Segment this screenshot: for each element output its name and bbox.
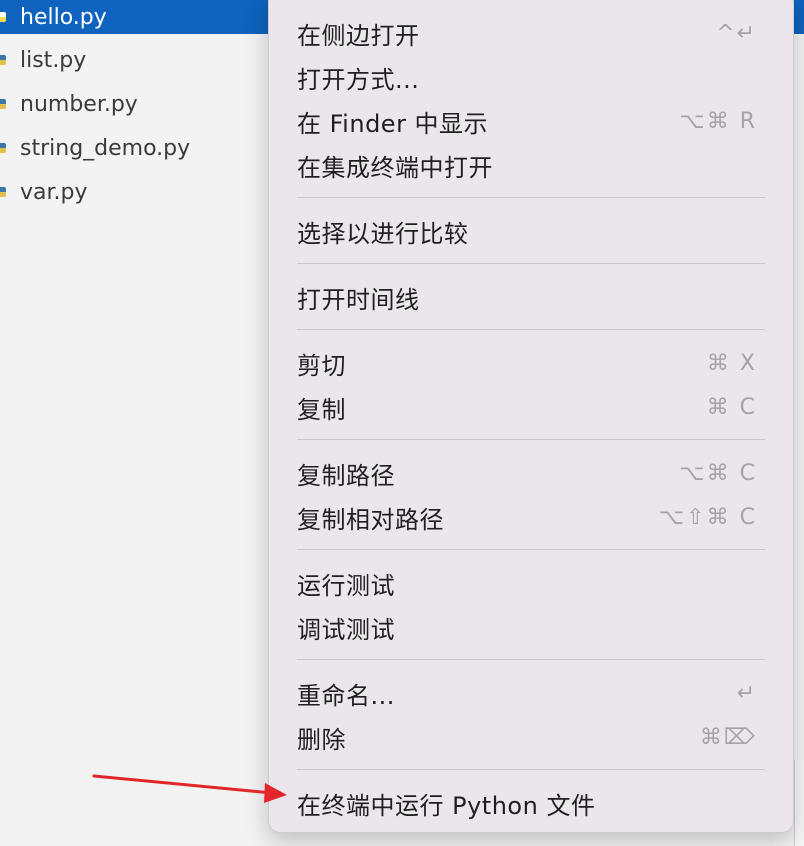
file-name: var.py xyxy=(20,179,88,205)
menu-separator xyxy=(297,659,765,660)
menu-item-select-for-compare[interactable]: 选择以进行比较 xyxy=(297,211,757,251)
menu-item-label: 在 Finder 中显示 xyxy=(297,109,489,138)
python-file-icon xyxy=(0,187,6,197)
menu-item-run-python-in-terminal[interactable]: 在终端中运行 Python 文件 xyxy=(297,783,757,823)
python-file-icon xyxy=(0,55,6,65)
menu-separator xyxy=(297,197,765,198)
menu-item-open-in-terminal[interactable]: 在集成终端中打开 xyxy=(297,145,757,185)
menu-item-label: 在终端中运行 Python 文件 xyxy=(297,791,596,820)
menu-separator xyxy=(297,549,765,550)
menu-shortcut: ⌘ C xyxy=(706,394,757,420)
menu-item-label: 重命名... xyxy=(297,681,395,710)
menu-separator xyxy=(297,263,765,264)
file-name: number.py xyxy=(20,91,138,117)
menu-item-label: 删除 xyxy=(297,725,346,754)
menu-item-label: 选择以进行比较 xyxy=(297,219,469,248)
menu-item-delete[interactable]: 删除 ⌘⌦ xyxy=(297,717,757,757)
menu-item-run-tests[interactable]: 运行测试 xyxy=(297,563,757,603)
python-file-icon xyxy=(0,143,6,153)
file-name: hello.py xyxy=(20,4,107,30)
editor-edge xyxy=(794,760,804,846)
menu-shortcut: ^↵ xyxy=(716,20,757,46)
python-file-icon xyxy=(0,12,6,22)
menu-separator xyxy=(297,329,765,330)
menu-shortcut: ⌥⌘ C xyxy=(679,460,757,486)
menu-item-label: 打开时间线 xyxy=(297,285,420,314)
menu-item-label: 打开方式... xyxy=(297,65,420,94)
menu-separator xyxy=(297,439,765,440)
menu-item-reveal-in-finder[interactable]: 在 Finder 中显示 ⌥⌘ R xyxy=(297,101,757,141)
python-file-icon xyxy=(0,99,6,109)
menu-item-label: 在侧边打开 xyxy=(297,21,420,50)
menu-separator xyxy=(297,769,765,770)
menu-item-open-to-side[interactable]: 在侧边打开 ^↵ xyxy=(297,13,757,53)
menu-item-cut[interactable]: 剪切 ⌘ X xyxy=(297,343,757,383)
menu-item-label: 复制路径 xyxy=(297,461,395,490)
menu-shortcut: ⌘ X xyxy=(706,350,757,376)
file-name: list.py xyxy=(20,47,87,73)
menu-item-debug-tests[interactable]: 调试测试 xyxy=(297,607,757,647)
menu-shortcut: ⌥⇧⌘ C xyxy=(658,504,757,530)
menu-item-label: 剪切 xyxy=(297,351,346,380)
menu-item-label: 复制相对路径 xyxy=(297,505,444,534)
menu-item-copy-relative-path[interactable]: 复制相对路径 ⌥⇧⌘ C xyxy=(297,497,757,537)
menu-item-label: 运行测试 xyxy=(297,571,395,600)
menu-item-open-with[interactable]: 打开方式... xyxy=(297,57,757,97)
menu-item-copy[interactable]: 复制 ⌘ C xyxy=(297,387,757,427)
menu-shortcut: ↵ xyxy=(736,680,757,706)
menu-shortcut: ⌘⌦ xyxy=(699,724,757,750)
menu-shortcut: ⌥⌘ R xyxy=(679,108,757,134)
menu-item-label: 调试测试 xyxy=(297,615,395,644)
file-name: string_demo.py xyxy=(20,135,191,161)
menu-item-label: 复制 xyxy=(297,395,346,424)
menu-item-copy-path[interactable]: 复制路径 ⌥⌘ C xyxy=(297,453,757,493)
menu-item-open-timeline[interactable]: 打开时间线 xyxy=(297,277,757,317)
menu-item-label: 在集成终端中打开 xyxy=(297,153,493,182)
menu-item-rename[interactable]: 重命名... ↵ xyxy=(297,673,757,713)
context-menu: 在侧边打开 ^↵ 打开方式... 在 Finder 中显示 ⌥⌘ R 在集成终端… xyxy=(268,0,794,833)
